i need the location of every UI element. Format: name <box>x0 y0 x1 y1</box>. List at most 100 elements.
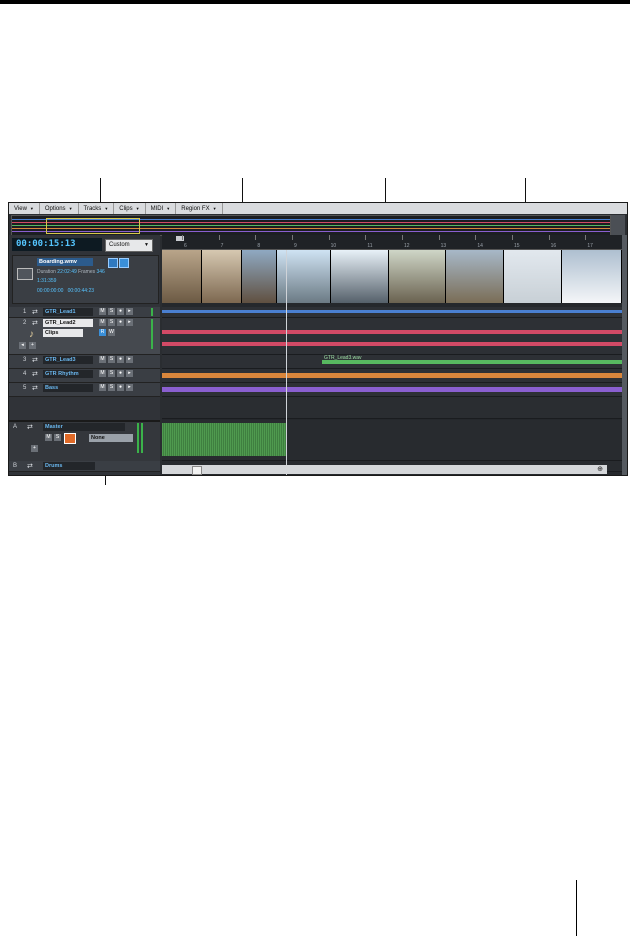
track-name[interactable]: GTR Rhythm <box>43 370 93 378</box>
video-settings-button[interactable] <box>108 258 118 268</box>
video-frame <box>276 250 331 303</box>
mute-button[interactable]: M <box>99 319 106 326</box>
view-preset-select[interactable]: Custom ▼ <box>105 239 153 252</box>
track-row[interactable]: 1 ⇄ GTR_Lead1 M S ● ▸ <box>9 307 160 318</box>
mixer-icon: ⇄ <box>32 385 38 392</box>
track-lane-1[interactable] <box>162 307 622 318</box>
menu-options[interactable]: Options ▼ <box>40 203 79 214</box>
zoom-icon[interactable]: ⊕ <box>597 465 603 473</box>
navigator-overview[interactable] <box>11 215 611 236</box>
record-button[interactable]: ● <box>117 370 124 377</box>
bus-fx-button[interactable]: + <box>31 445 38 452</box>
mute-button[interactable]: M <box>99 384 106 391</box>
chevron-down-icon: ▼ <box>104 206 109 211</box>
time-ruler[interactable]: 6 7 8 9 10 11 12 13 14 15 16 17 <box>162 235 622 250</box>
track-name[interactable]: Bass <box>43 384 93 392</box>
record-button[interactable]: ● <box>117 356 124 363</box>
video-track-header[interactable]: Boarding.wmv Duration 22:02:49 Frames 34… <box>12 255 159 304</box>
menu-tracks-label: Tracks <box>83 206 102 212</box>
ruler-tick-label: 15 <box>514 243 520 249</box>
ruler-tick-label: 11 <box>367 243 373 249</box>
bus-row[interactable]: B ⇄ Drums <box>9 461 160 472</box>
track-row[interactable]: 4 ⇄ GTR Rhythm M S ● ▸ <box>9 369 160 383</box>
guitar-icon: ♪ <box>29 329 34 340</box>
mute-button[interactable]: M <box>45 434 52 441</box>
level-meter <box>141 423 143 453</box>
bus-row[interactable]: A ⇄ Master M S None + <box>9 420 160 463</box>
video-thumbnail-strip[interactable] <box>162 250 622 303</box>
timecode-display[interactable]: 00:00:15:13 <box>12 238 102 251</box>
ruler-tick-label: 17 <box>587 243 593 249</box>
video-frame <box>562 250 622 303</box>
bus-letter: B <box>13 463 18 469</box>
record-button[interactable]: ● <box>117 319 124 326</box>
menu-view-label: View <box>14 206 27 212</box>
ruler-tick <box>512 235 513 240</box>
track-lane-2[interactable] <box>162 318 622 355</box>
track-name[interactable]: GTR_Lead3 <box>43 356 93 364</box>
write-button[interactable]: W <box>108 329 115 336</box>
chevron-down-icon: ▼ <box>144 242 149 248</box>
audio-waveform <box>162 342 622 346</box>
audio-waveform <box>162 387 622 392</box>
track-row[interactable]: 3 ⇄ GTR_Lead3 M S ● ▸ <box>9 355 160 369</box>
clips-pane[interactable]: 6 7 8 9 10 11 12 13 14 15 16 17 GTR_Lead3.wav <box>162 235 622 475</box>
video-preview-button[interactable] <box>119 258 129 268</box>
clip-name: GTR_Lead3.wav <box>324 355 362 361</box>
solo-button[interactable]: S <box>108 356 115 363</box>
bus-name[interactable]: Drums <box>43 462 95 470</box>
input-monitor-button[interactable]: ▸ <box>126 370 133 377</box>
solo-button[interactable]: S <box>54 434 61 441</box>
scrollbar-thumb[interactable] <box>192 466 202 475</box>
page-margin-rule <box>576 880 577 936</box>
input-monitor-button[interactable]: ▸ <box>126 384 133 391</box>
menu-clips[interactable]: Clips ▼ <box>114 203 146 214</box>
input-monitor-button[interactable]: ▸ <box>126 319 133 326</box>
input-monitor-button[interactable]: ▸ <box>126 308 133 315</box>
menu-midi[interactable]: MIDI ▼ <box>146 203 177 214</box>
mute-button[interactable]: M <box>99 370 106 377</box>
freeze-button[interactable]: ◂ <box>19 342 26 349</box>
track-lane-empty <box>162 397 622 419</box>
menu-tracks[interactable]: Tracks ▼ <box>79 203 115 214</box>
video-thumbnail-icon <box>17 268 33 280</box>
menu-options-label: Options <box>44 206 66 212</box>
bus-waveform <box>162 423 286 456</box>
vertical-scrollbar[interactable] <box>622 235 627 475</box>
playhead-line[interactable] <box>286 250 287 475</box>
ruler-tick-label: 10 <box>330 243 337 249</box>
track-row[interactable]: 5 ⇄ Bass M S ● ▸ <box>9 383 160 397</box>
input-monitor-button[interactable]: ▸ <box>126 356 133 363</box>
ruler-tick-label: 7 <box>220 243 224 249</box>
track-name[interactable]: GTR_Lead2 <box>43 319 93 327</box>
solo-button[interactable]: S <box>108 384 115 391</box>
overview-scroll-button[interactable] <box>611 215 625 235</box>
bus-name[interactable]: Master <box>43 423 125 431</box>
solo-button[interactable]: S <box>108 319 115 326</box>
track-lane-3[interactable]: GTR_Lead3.wav <box>162 355 622 369</box>
solo-button[interactable]: S <box>108 370 115 377</box>
video-frame <box>202 250 243 303</box>
menu-view[interactable]: View ▼ <box>9 203 40 214</box>
solo-button[interactable]: S <box>108 308 115 315</box>
record-button[interactable]: ● <box>117 384 124 391</box>
app-window: View ▼ Options ▼ Tracks ▼ Clips ▼ MIDI ▼ Regi… <box>8 202 628 476</box>
track-name[interactable]: GTR_Lead1 <box>43 308 93 316</box>
menu-region-fx[interactable]: Region FX ▼ <box>176 203 223 214</box>
bus-lane-master[interactable] <box>162 420 622 461</box>
fx-button[interactable]: + <box>29 342 36 349</box>
automation-button[interactable]: R <box>99 329 106 336</box>
track-lane-4[interactable] <box>162 369 622 383</box>
track-input-select[interactable]: Clips <box>43 329 83 337</box>
track-lane-5[interactable] <box>162 383 622 397</box>
overview-view-selector[interactable] <box>46 218 140 234</box>
record-button[interactable]: ● <box>117 308 124 315</box>
bus-output-select[interactable]: None <box>89 434 133 442</box>
mute-button[interactable]: M <box>99 308 106 315</box>
video-frame <box>504 250 563 303</box>
track-row-selected[interactable]: 2 ⇄ GTR_Lead2 M S ● ▸ Clips R W ♪ ◂ + <box>9 318 160 355</box>
fx-plugin-icon[interactable] <box>64 433 76 444</box>
mute-button[interactable]: M <box>99 356 106 363</box>
track-number: 5 <box>23 385 27 391</box>
horizontal-scrollbar[interactable]: ⊕ <box>162 465 607 475</box>
